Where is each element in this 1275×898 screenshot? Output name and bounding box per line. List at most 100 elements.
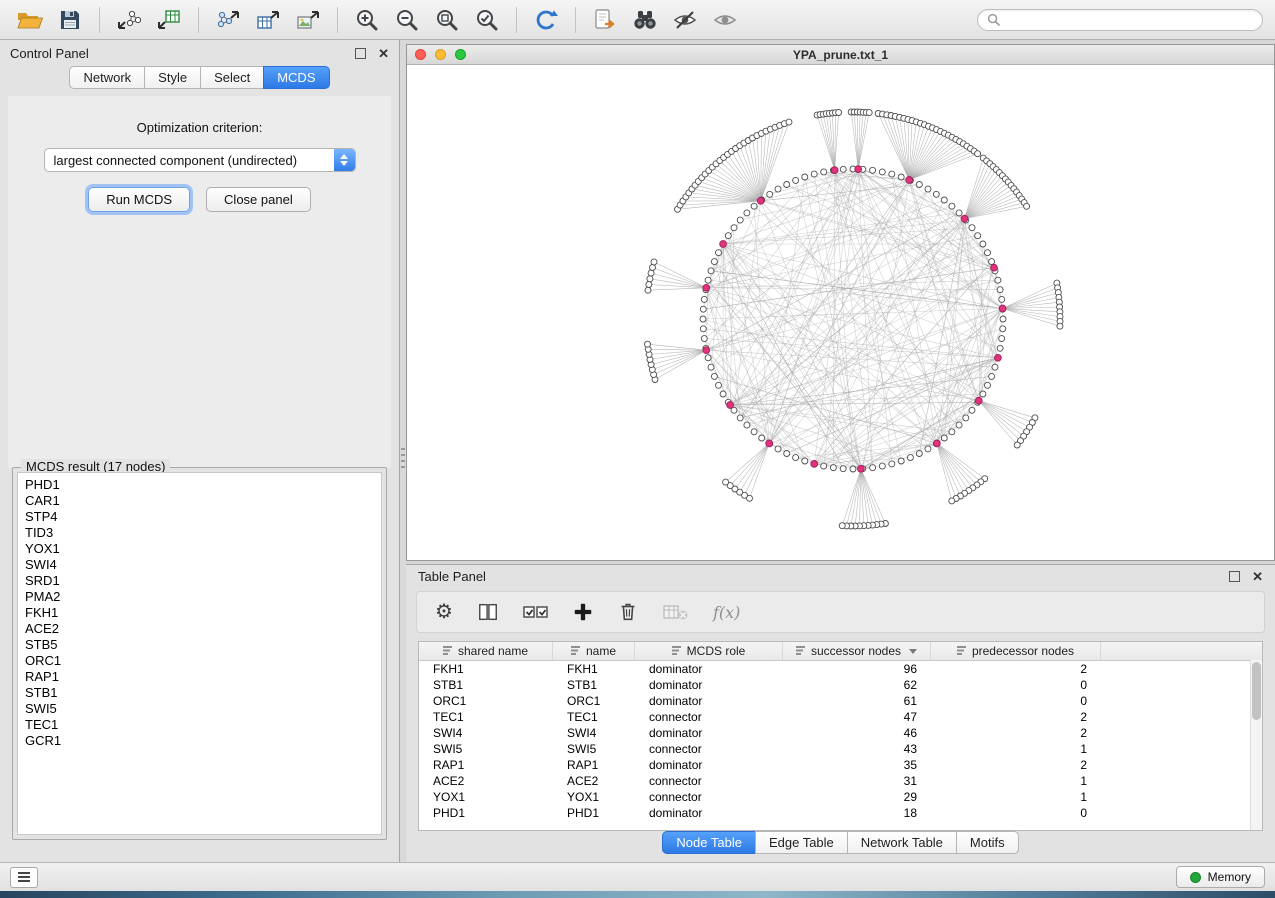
export-image-icon[interactable] [290,5,326,35]
scrollbar-thumb[interactable] [1252,662,1261,720]
table-cell: PHD1 [553,805,635,821]
column-visibility-icon[interactable] [477,599,499,625]
zoom-selected-icon[interactable] [469,5,505,35]
table-row[interactable]: SWI4SWI4dominator462 [419,725,1262,741]
maximize-window-icon[interactable] [455,49,466,60]
column-header-MCDS-role[interactable]: MCDS role [635,642,783,660]
toolbar-separator [516,7,517,33]
run-mcds-button[interactable]: Run MCDS [88,187,190,212]
table-row[interactable]: ACE2ACE2connector311 [419,773,1262,789]
delete-column-icon[interactable] [617,599,639,625]
open-folder-icon[interactable] [12,5,48,35]
mcds-result-item[interactable]: SRD1 [18,573,381,589]
select-all-icon[interactable] [523,599,549,625]
mcds-result-item[interactable]: GCR1 [18,733,381,749]
mcds-result-item[interactable]: STB5 [18,637,381,653]
binoculars-icon[interactable] [627,5,663,35]
column-header-predecessor-nodes[interactable]: predecessor nodes [931,642,1101,660]
close-panel-button[interactable]: Close panel [206,187,311,212]
mcds-result-item[interactable]: SWI5 [18,701,381,717]
optimization-criterion-label: Optimization criterion: [8,96,391,135]
table-cell: 2 [931,757,1101,773]
table-row[interactable]: SWI5SWI5connector431 [419,741,1262,757]
table-cell: 47 [783,709,931,725]
table-cell: dominator [635,677,783,693]
table-settings-icon[interactable]: ⚙ [435,599,453,625]
tab-style[interactable]: Style [144,66,201,89]
column-header-shared-name[interactable]: shared name [419,642,553,660]
column-grid-icon [672,644,682,658]
table-toolbar: ⚙ [416,591,1265,633]
mcds-result-item[interactable]: STP4 [18,509,381,525]
mcds-result-item[interactable]: TID3 [18,525,381,541]
export-table-icon[interactable] [250,5,286,35]
mcds-result-item[interactable]: TEC1 [18,717,381,733]
mcds-result-list[interactable]: PHD1CAR1STP4TID3YOX1SWI4SRD1PMA2FKH1ACE2… [17,472,382,835]
table-cell: 0 [931,677,1101,693]
float-window-icon[interactable] [355,48,366,59]
mcds-result-item[interactable]: SWI4 [18,557,381,573]
table-row[interactable]: YOX1YOX1connector291 [419,789,1262,805]
table-row[interactable]: TEC1TEC1connector472 [419,709,1262,725]
mcds-result-item[interactable]: RAP1 [18,669,381,685]
show-details-icon[interactable] [707,5,743,35]
table-row[interactable]: PHD1PHD1dominator180 [419,805,1262,821]
table-cell: connector [635,773,783,789]
network-window-titlebar[interactable]: YPA_prune.txt_1 [407,45,1274,65]
save-icon[interactable] [52,5,88,35]
zoom-fit-icon[interactable] [429,5,465,35]
table-tab-motifs[interactable]: Motifs [956,831,1019,854]
table-scrollbar[interactable] [1250,660,1262,830]
mcds-result-item[interactable]: YOX1 [18,541,381,557]
tab-mcds[interactable]: MCDS [263,66,329,89]
import-network-icon[interactable] [111,5,147,35]
close-panel-icon[interactable]: ✕ [1252,570,1263,583]
table-tab-network-table[interactable]: Network Table [847,831,957,854]
import-table-icon[interactable] [151,5,187,35]
table-row[interactable]: ORC1ORC1dominator610 [419,693,1262,709]
search-input[interactable] [1006,12,1253,28]
table-cell: 2 [931,725,1101,741]
close-window-icon[interactable] [415,49,426,60]
add-column-icon[interactable] [573,599,593,625]
column-grid-icon [796,644,806,658]
table-tab-edge-table[interactable]: Edge Table [755,831,848,854]
memory-button[interactable]: Memory [1176,866,1265,888]
control-panel-header: Control Panel ✕ [0,40,399,66]
mcds-result-item[interactable]: PHD1 [18,477,381,493]
export-network-icon[interactable] [210,5,246,35]
desktop-wallpaper [0,891,1275,898]
table-cell: ORC1 [553,693,635,709]
mcds-result-item[interactable]: CAR1 [18,493,381,509]
network-canvas[interactable] [407,64,1274,560]
mcds-result-item[interactable]: STB1 [18,685,381,701]
table-row[interactable]: FKH1FKH1dominator962 [419,661,1262,677]
zoom-in-icon[interactable] [349,5,385,35]
column-header-name[interactable]: name [553,642,635,660]
table-tab-node-table[interactable]: Node Table [662,831,756,854]
close-panel-icon[interactable]: ✕ [378,47,389,60]
mcds-result-item[interactable]: FKH1 [18,605,381,621]
zoom-out-icon[interactable] [389,5,425,35]
table-cell: ACE2 [419,773,553,789]
sort-direction-icon[interactable] [909,649,917,654]
delete-table-icon [663,599,689,625]
mcds-result-item[interactable]: ORC1 [18,653,381,669]
share-document-icon[interactable] [587,5,623,35]
float-window-icon[interactable] [1229,571,1240,582]
optimization-criterion-dropdown[interactable]: largest connected component (undirected) [44,148,356,172]
table-row[interactable]: RAP1RAP1dominator352 [419,757,1262,773]
zoom-out-glyph [395,8,419,32]
mcds-result-item[interactable]: ACE2 [18,621,381,637]
table-row[interactable]: STB1STB1dominator620 [419,677,1262,693]
panel-menu-button[interactable] [10,867,38,888]
column-header-successor-nodes[interactable]: successor nodes [783,642,931,660]
hide-details-icon[interactable] [667,5,703,35]
table-cell: FKH1 [553,661,635,677]
minimize-window-icon[interactable] [435,49,446,60]
tab-network[interactable]: Network [69,66,145,89]
refresh-icon[interactable] [528,5,564,35]
tab-select[interactable]: Select [200,66,264,89]
mcds-result-item[interactable]: PMA2 [18,589,381,605]
search-field[interactable] [977,9,1263,31]
